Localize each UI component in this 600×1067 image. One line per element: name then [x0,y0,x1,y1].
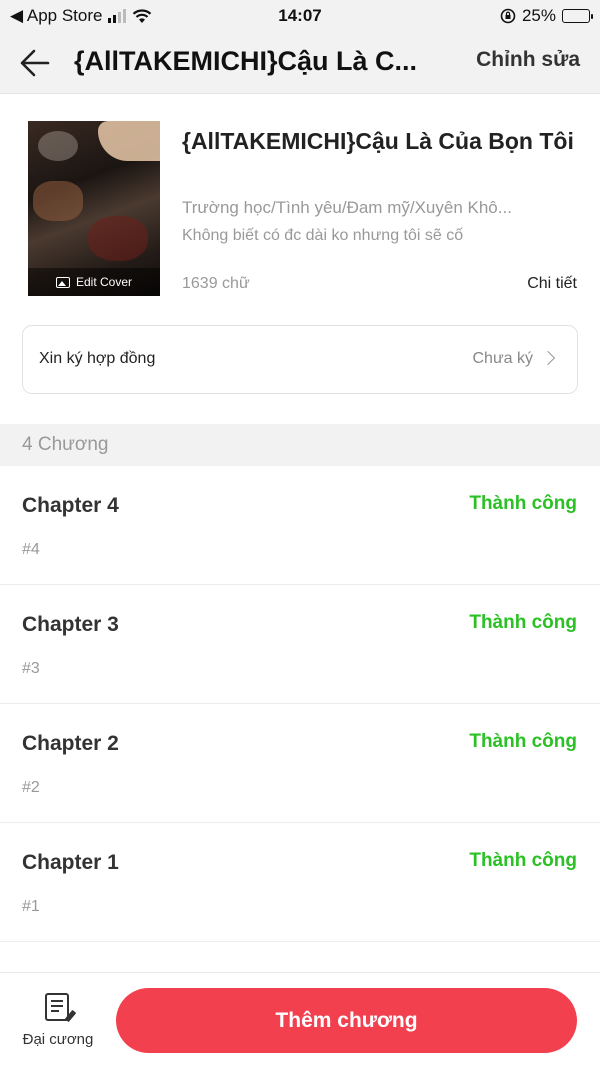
book-description: Không biết có đc dài ko nhưng tôi sẽ cố [182,227,464,244]
chapter-item[interactable]: Chapter 3 #3 Thành công [0,585,600,704]
outline-icon [45,993,77,1023]
contract-status: Chưa ký [472,350,533,367]
image-icon [55,276,70,288]
chapter-number: #2 [22,779,40,796]
book-genres: Trường học/Tình yêu/Đam mỹ/Xuyên Khô... [182,198,512,217]
outline-button[interactable]: Đại cương [16,991,100,1051]
chapter-status: Thành công [469,731,577,752]
cover-art-shape [98,121,160,161]
cover-art-shape [88,216,148,261]
contract-row[interactable]: Xin ký hợp đồng Chưa ký [22,325,578,394]
chapter-number: #4 [22,541,40,558]
chapter-title: Chapter 4 [22,494,119,517]
chapter-item[interactable]: Chapter 1 #1 Thành công [0,823,600,942]
chapter-count: 4 Chương [22,434,109,455]
chapter-status: Thành công [469,612,577,633]
chapter-item[interactable]: Chapter 2 #2 Thành công [0,704,600,823]
rotation-lock-icon [500,8,516,24]
page-title: {AllTAKEMICHI}Cậu Là C... [74,46,418,76]
cover-art-shape [38,131,78,161]
book-title: {AllTAKEMICHI}Cậu Là Của Bọn Tôi [182,128,574,154]
status-bar: ◀ App Store 14:07 25% [0,0,600,32]
chapter-title: Chapter 3 [22,613,119,636]
battery-icon [562,9,593,23]
outline-label: Đại cương [22,1031,94,1048]
divider [0,941,600,942]
book-cover[interactable]: Edit Cover [28,121,160,296]
cover-art-shape [33,181,83,221]
add-chapter-button[interactable]: Thêm chương [116,988,577,1053]
edit-button[interactable]: Chỉnh sửa [476,48,580,72]
chapter-number: #3 [22,660,40,677]
chapter-item[interactable]: Chapter 4 #4 Thành công [0,466,600,585]
chapters-header: 4 Chương [0,424,600,466]
edit-cover-label: Edit Cover [75,275,133,289]
edit-cover-button[interactable]: Edit Cover [28,268,160,296]
back-button[interactable] [18,46,54,80]
battery-percent: 25% [521,6,556,25]
chapter-title: Chapter 1 [22,851,119,874]
book-info: Edit Cover {AllTAKEMICHI}Cậu Là Của Bọn … [0,94,600,424]
status-right: 25% [500,6,593,26]
chapter-number: #1 [22,898,40,915]
detail-link[interactable]: Chi tiết [527,275,577,293]
contract-label: Xin ký hợp đồng [39,350,156,367]
word-count: 1639 chữ [182,275,250,292]
chapter-status: Thành công [469,850,577,871]
nav-bar: {AllTAKEMICHI}Cậu Là C... Chỉnh sửa [0,32,600,94]
chevron-right-icon [540,350,556,366]
chapter-title: Chapter 2 [22,732,119,755]
bottom-bar: Đại cương Thêm chương [0,972,600,1067]
chapter-status: Thành công [469,493,577,514]
arrow-left-icon [20,49,50,77]
